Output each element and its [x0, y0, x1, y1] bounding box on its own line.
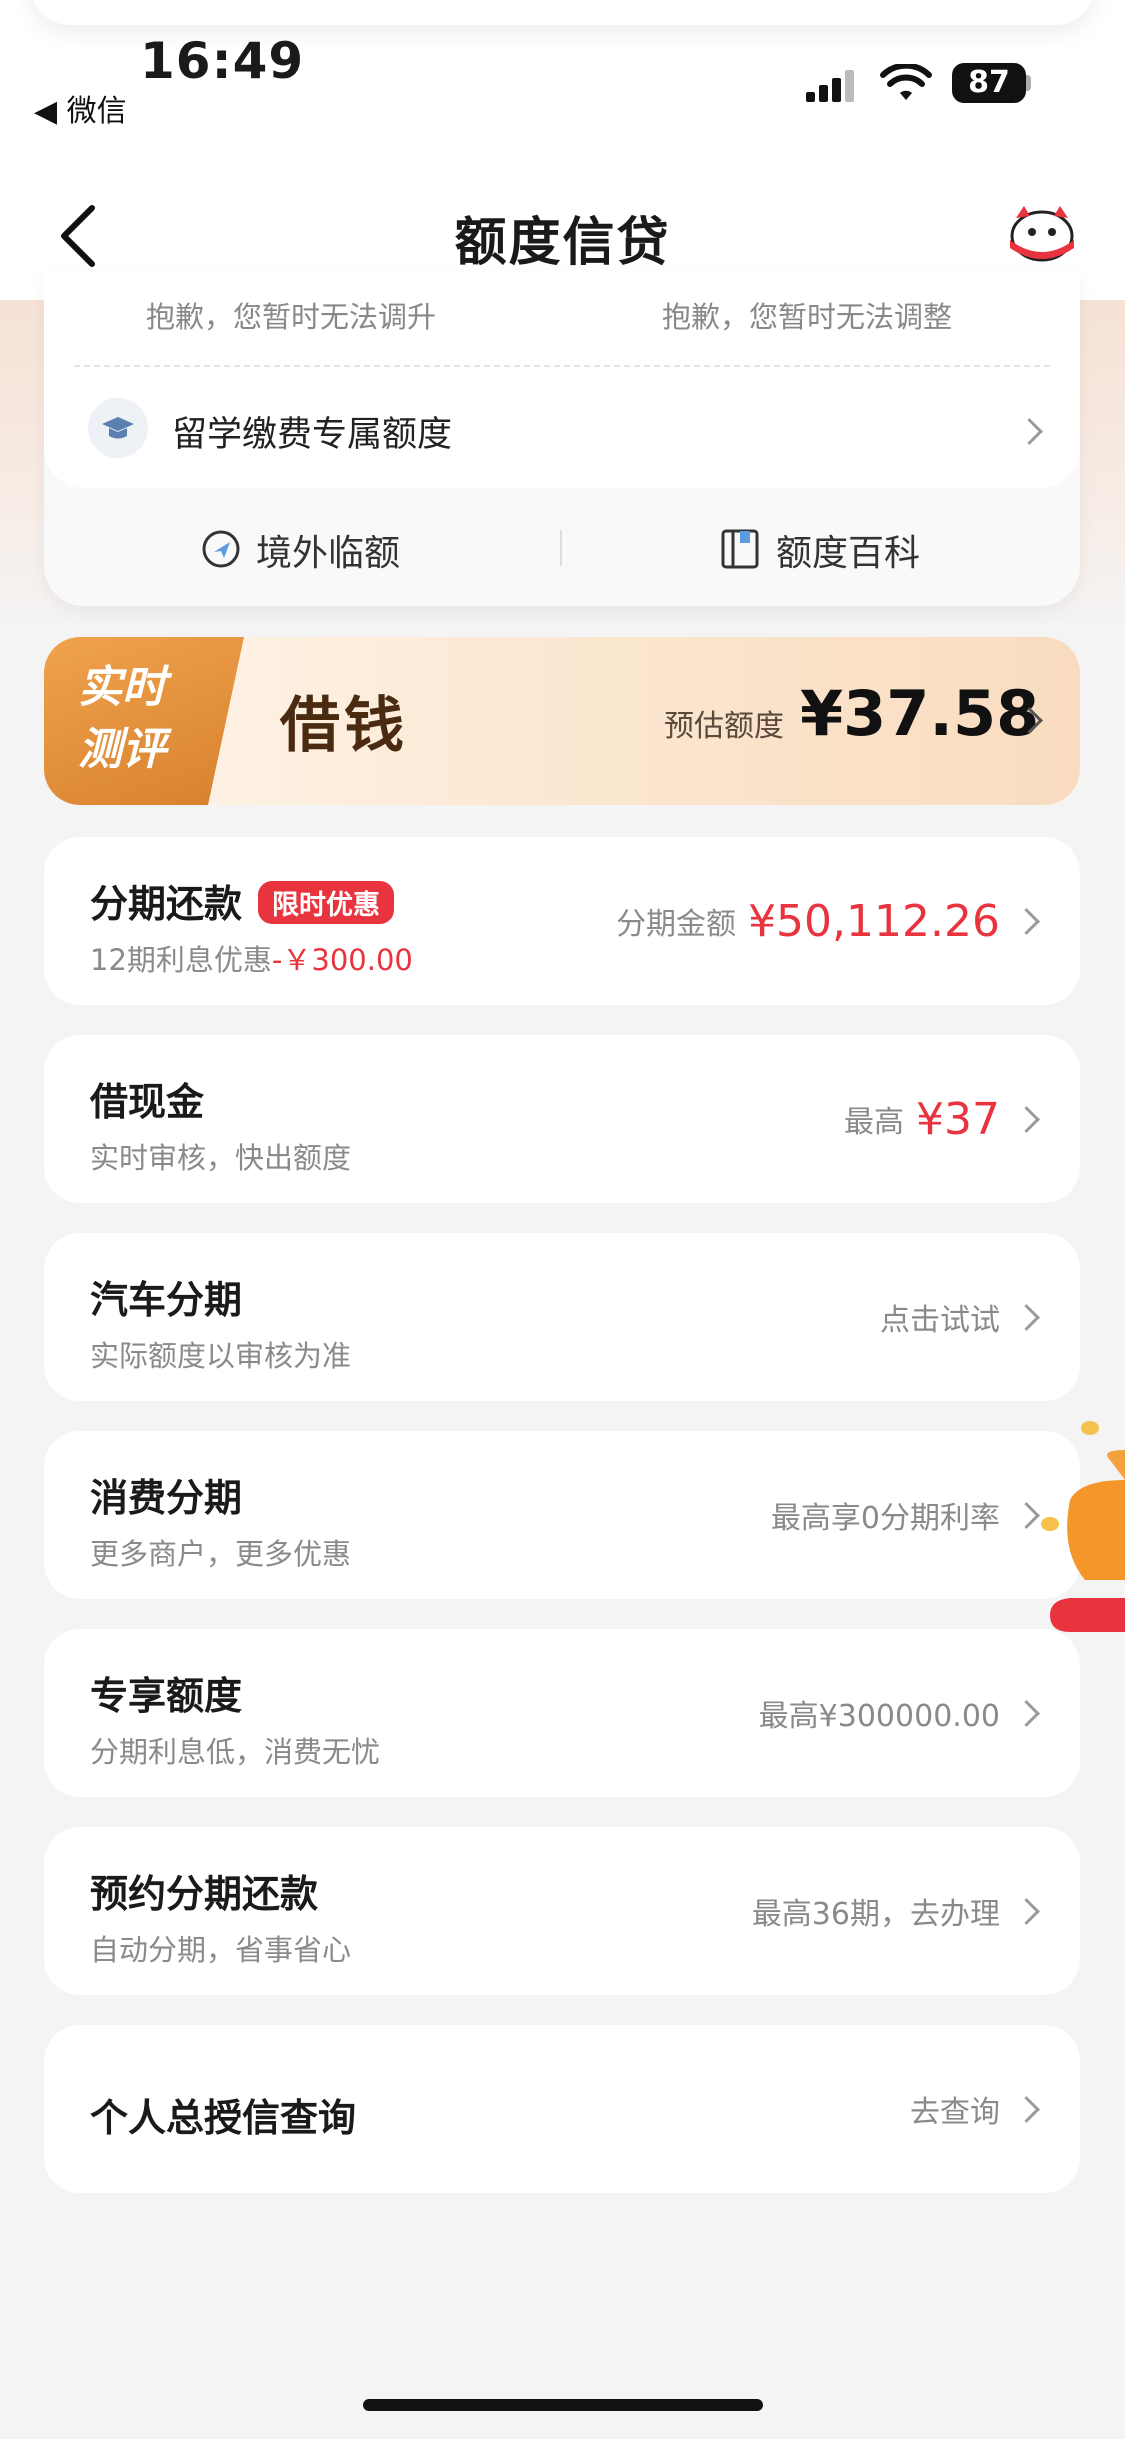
raise-status-text: 抱歉，您暂时无法调升	[146, 300, 437, 334]
item-right-label: 最高享0分期利率	[770, 1501, 1000, 1536]
borrow-money-banner[interactable]: 实时 测评 借钱 预估额度 ¥37.58	[44, 637, 1080, 805]
item-title: 分期还款 限时优惠	[90, 873, 395, 928]
battery-indicator: 87	[952, 63, 1026, 103]
cash-loan-card[interactable]: 借现金 实时审核，快出额度 最高 ¥37	[44, 1035, 1080, 1203]
study-abroad-credit-label: 留学缴费专属额度	[172, 415, 453, 455]
item-right-info: 最高36期，去办理	[752, 1827, 1000, 1995]
credit-card-top: 抱歉，您暂时无法调升 抱歉，您暂时无法调整 留学缴费专属额度	[44, 270, 1080, 488]
item-title: 借现金	[90, 1080, 205, 1124]
wifi-icon	[880, 64, 932, 100]
estimate-label: 预估额度	[664, 709, 784, 744]
item-title: 预约分期还款	[90, 1872, 319, 1916]
mascot-icon[interactable]	[1006, 200, 1078, 264]
item-right-info: 最高享0分期利率	[771, 1431, 1000, 1599]
floating-red-envelope-icon[interactable]	[1040, 1420, 1125, 1650]
item-subtitle: 自动分期，省事省心	[90, 1933, 352, 1967]
study-abroad-credit-row[interactable]: 留学缴费专属额度	[44, 370, 1080, 488]
credit-actions: 境外临额 额度百科	[44, 488, 1080, 606]
chevron-right-icon	[1013, 1700, 1040, 1727]
exclusive-credit-card[interactable]: 专享额度 分期利息低，消费无忧 最高¥300000.00	[44, 1629, 1080, 1797]
overseas-temp-credit-button[interactable]: 境外临额	[256, 524, 400, 576]
item-right-label: 去查询	[910, 2095, 1000, 2130]
chevron-right-icon	[1013, 1304, 1040, 1331]
item-subtitle: 实时审核，快出额度	[90, 1141, 352, 1175]
item-right-label: 最高¥300000.00	[758, 1699, 1000, 1734]
installment-amount: ¥50,112.26	[748, 895, 1000, 947]
credit-wiki-button[interactable]: 额度百科	[776, 524, 920, 576]
chevron-right-icon	[1013, 1898, 1040, 1925]
chevron-right-icon	[1016, 418, 1043, 445]
chevron-right-icon	[1013, 908, 1040, 935]
item-right-info: 最高¥300000.00	[759, 1629, 1000, 1797]
estimate-amount: ¥37.58	[800, 677, 1040, 750]
scheduled-installment-card[interactable]: 预约分期还款 自动分期，省事省心 最高36期，去办理	[44, 1827, 1080, 1995]
item-right-info: 最高 ¥37	[844, 1035, 1000, 1203]
chevron-right-icon	[1013, 1106, 1040, 1133]
book-icon	[721, 529, 759, 569]
max-cash-amount: ¥37	[916, 1093, 1000, 1145]
item-subtitle: 实际额度以审核为准	[90, 1339, 352, 1373]
dashed-divider	[74, 365, 1050, 367]
item-title: 专享额度	[90, 1674, 243, 1718]
chevron-right-icon	[1013, 1502, 1040, 1529]
car-installment-card[interactable]: 汽车分期 实际额度以审核为准 点击试试	[44, 1233, 1080, 1401]
cellular-signal-icon	[806, 70, 854, 102]
page-title: 额度信贷	[454, 213, 671, 273]
overlay-card-edge	[30, 0, 1095, 25]
item-right-label: 最高	[844, 1105, 905, 1140]
item-title: 汽车分期	[90, 1278, 243, 1322]
item-right-info: 分期金额 ¥50,112.26	[616, 837, 1000, 1005]
borrow-money-title: 借钱	[280, 691, 408, 761]
total-credit-query-card[interactable]: 个人总授信查询 去查询	[44, 2025, 1080, 2193]
graduation-cap-icon	[88, 398, 148, 458]
item-right-label: 分期金额	[616, 907, 737, 942]
item-subtitle: 12期利息优惠-￥300.00	[90, 943, 413, 977]
chevron-right-icon	[1013, 2096, 1040, 2123]
realtime-eval-tag-text: 实时 测评	[78, 662, 166, 775]
adjust-status-text: 抱歉，您暂时无法调整	[662, 300, 953, 334]
item-right-info: 去查询	[910, 2025, 1000, 2193]
overseas-plane-icon	[202, 530, 240, 568]
installment-repayment-card[interactable]: 分期还款 限时优惠 12期利息优惠-￥300.00 分期金额 ¥50,112.26	[44, 837, 1080, 1005]
limited-offer-badge: 限时优惠	[258, 881, 395, 924]
consumer-installment-card[interactable]: 消费分期 更多商户，更多优惠 最高享0分期利率	[44, 1431, 1080, 1599]
item-subtitle: 分期利息低，消费无忧	[90, 1735, 381, 1769]
interest-discount: -￥300.00	[271, 943, 413, 977]
status-time: 16:49	[140, 32, 305, 90]
credit-card-panel: 抱歉，您暂时无法调升 抱歉，您暂时无法调整 留学缴费专属额度 境外临额 额度百科	[44, 270, 1080, 606]
item-title: 个人总授信查询	[90, 2096, 357, 2140]
home-indicator[interactable]	[363, 2399, 763, 2411]
item-right-label: 最高36期，去办理	[751, 1897, 1000, 1932]
back-to-app-link[interactable]: ◀ 微信	[34, 86, 127, 130]
item-subtitle: 更多商户，更多优惠	[90, 1537, 352, 1571]
battery-cap-icon	[1026, 75, 1031, 91]
item-right-info: 点击试试	[880, 1233, 1000, 1401]
item-title: 消费分期	[90, 1476, 243, 1520]
item-right-label: 点击试试	[880, 1303, 1000, 1338]
action-divider	[560, 530, 562, 566]
